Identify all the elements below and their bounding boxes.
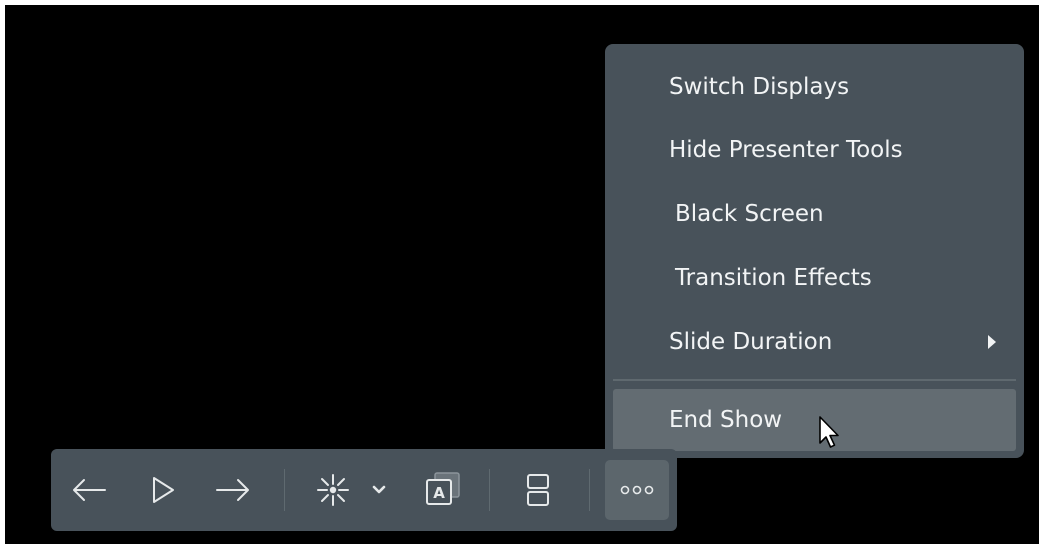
menu-item-transition-effects[interactable]: Transition Effects [605,248,1024,308]
arrow-right-icon [215,478,251,502]
menu-item-end-show[interactable]: End Show [613,389,1016,451]
previous-slide-button[interactable] [67,464,111,516]
menu-item-label: Black Screen [675,201,824,227]
pointer-options-dropdown[interactable] [367,464,391,516]
toolbar-separator [589,469,590,511]
menu-item-hide-presenter-tools[interactable]: Hide Presenter Tools [605,120,1024,180]
laser-pointer-icon [316,473,350,507]
presenter-layout-icon [523,472,553,508]
subtitles-icon: A [422,470,462,510]
toolbar-separator [489,469,490,511]
menu-item-slide-duration[interactable]: Slide Duration [605,312,1024,372]
menu-item-label: Switch Displays [669,74,850,100]
more-options-icon [617,484,657,496]
svg-text:A: A [433,484,445,502]
submenu-arrow-icon [988,335,996,349]
arrow-left-icon [71,478,107,502]
menu-separator [613,379,1016,381]
presenter-layout-button[interactable] [515,464,561,516]
toolbar-separator [284,469,285,511]
menu-item-label: Hide Presenter Tools [669,137,903,163]
presentation-more-menu: Switch Displays Hide Presenter Tools Bla… [605,44,1024,458]
menu-item-black-screen[interactable]: Black Screen [605,184,1024,244]
menu-item-label: End Show [669,407,783,433]
subtitles-button[interactable]: A [417,464,467,516]
chevron-down-icon [372,485,386,495]
menu-item-label: Transition Effects [675,265,872,291]
play-icon [150,475,176,505]
presenter-toolbar: A [51,449,677,531]
more-options-button[interactable] [605,460,669,520]
mouse-cursor-icon [818,415,842,451]
next-slide-button[interactable] [211,464,255,516]
menu-item-label: Slide Duration [669,329,833,355]
play-button[interactable] [141,464,185,516]
menu-item-switch-displays[interactable]: Switch Displays [605,57,1024,117]
laser-pointer-button[interactable] [311,464,355,516]
